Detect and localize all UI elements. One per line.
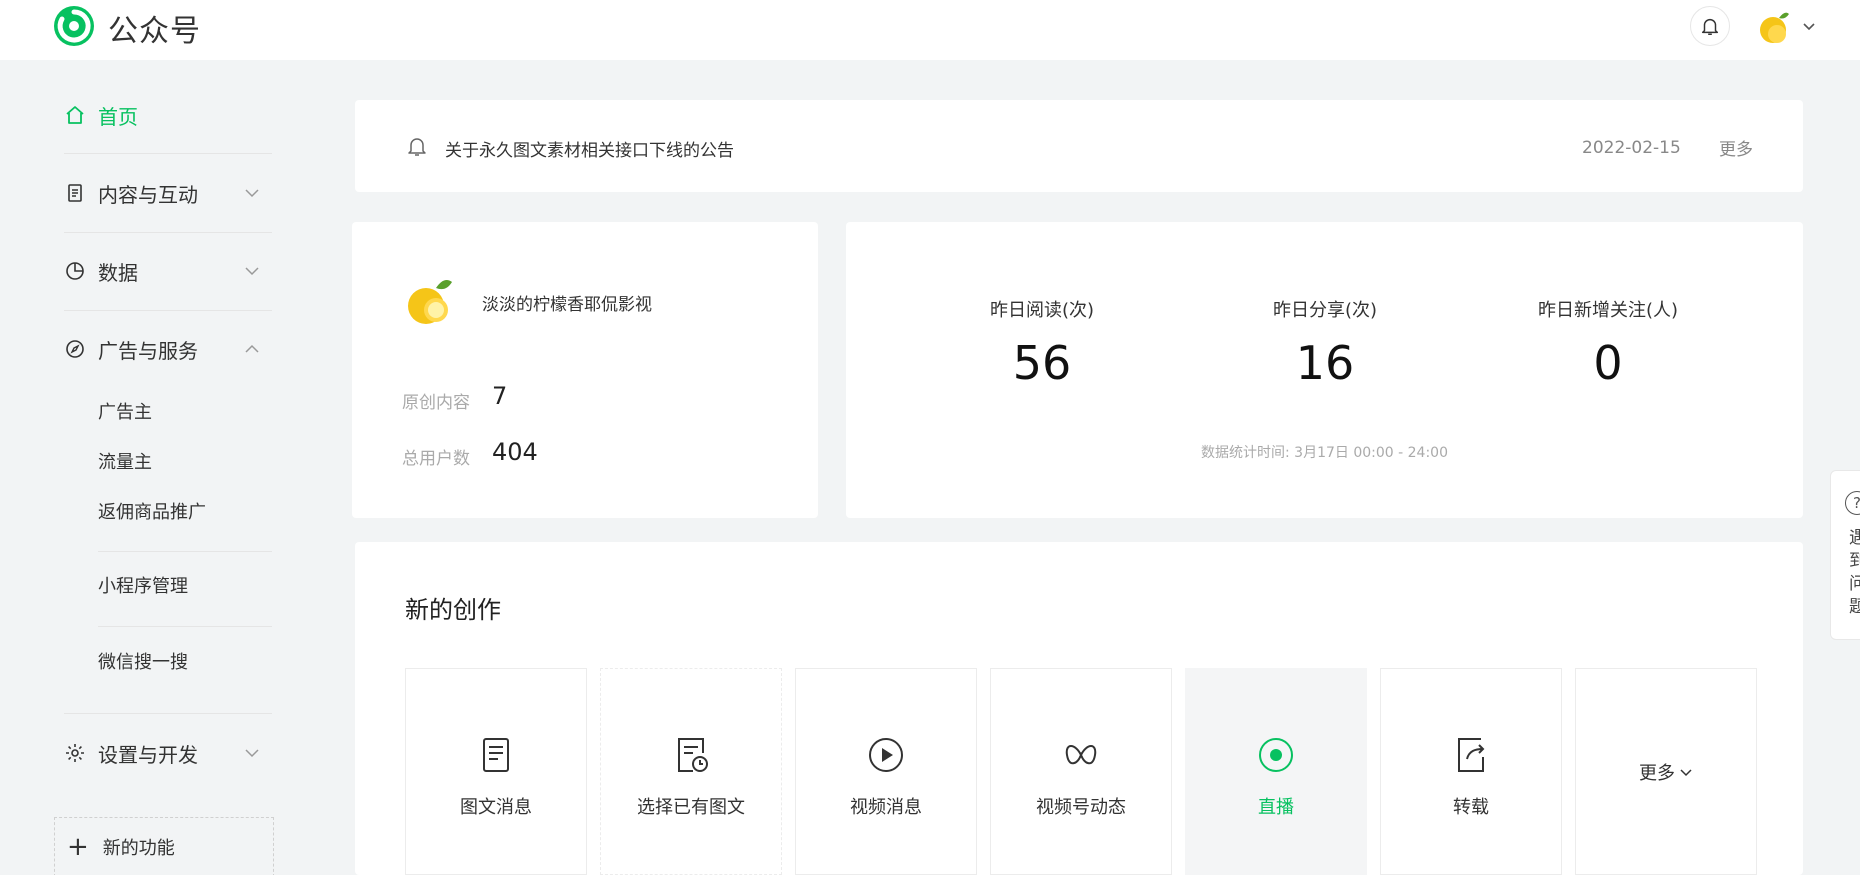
account-name: 淡淡的柠檬香耶侃影视 (482, 295, 652, 315)
sidebar-divider (64, 310, 272, 311)
compass-icon (66, 340, 84, 358)
home-icon (66, 106, 84, 124)
notice-card: 关于永久图文素材相关接口下线的公告 2022-02-15 更多 (355, 100, 1803, 192)
sidebar-divider (64, 713, 272, 714)
sidebar-divider (64, 232, 272, 233)
live-icon (1259, 738, 1293, 772)
tile-label: 视频号动态 (1036, 797, 1126, 818)
sidebar-item-label: 设置与开发 (98, 742, 198, 767)
butterfly-icon (1065, 745, 1097, 765)
brand-title: 公众号 (108, 14, 201, 49)
pie-chart-icon (66, 262, 84, 280)
sidebar-subitem-search[interactable]: 微信搜一搜 (98, 648, 188, 678)
sidebar-subitem-miniprogram[interactable]: 小程序管理 (98, 572, 188, 602)
stat-shares: 昨日分享(次) 16 (1215, 222, 1435, 390)
tile-live[interactable]: 直播 (1185, 668, 1367, 875)
account-card: 淡淡的柠檬香耶侃影视 原创内容 7 总用户数 404 (352, 222, 818, 518)
sidebar-subitem-commission[interactable]: 返佣商品推广 (98, 498, 206, 528)
sidebar-item-settings[interactable]: 设置与开发 (64, 733, 198, 773)
create-card: 新的创作 图文消息 选择已有图文 视频消息 视频号动态 直播 转载 更多 (355, 542, 1803, 875)
sidebar-item-label: 广告与服务 (98, 338, 198, 363)
lemon-avatar[interactable] (1755, 6, 1795, 46)
chevron-down-icon[interactable] (243, 184, 261, 202)
chevron-down-icon (1680, 768, 1692, 776)
sidebar-item-label: 内容与互动 (98, 182, 198, 207)
new-feature-button[interactable]: + 新的功能 (54, 817, 274, 875)
total-users-value: 404 (492, 438, 538, 466)
new-feature-label: 新的功能 (102, 838, 175, 859)
help-float-button[interactable]: ? 遇到问题 (1830, 470, 1860, 640)
tile-label: 转载 (1453, 797, 1489, 818)
sidebar: 首页 内容与互动 数据 广告与服务 广告主 流量主 返佣商品推广 小程序管理 微… (0, 60, 300, 875)
play-circle-icon (869, 738, 903, 772)
tile-label: 选择已有图文 (637, 797, 745, 818)
wechat-logo[interactable] (52, 4, 96, 48)
chevron-up-icon[interactable] (243, 340, 261, 358)
sidebar-divider (98, 551, 272, 552)
original-content-value: 7 (492, 382, 508, 410)
notice-date: 2022-02-15 (1582, 138, 1681, 158)
gear-icon (66, 744, 84, 762)
notice-title-link[interactable]: 关于永久图文素材相关接口下线的公告 (445, 136, 734, 161)
stats-card: 昨日阅读(次) 56 昨日分享(次) 16 昨日新增关注(人) 0 数据统计时间… (846, 222, 1803, 518)
sidebar-subitem-traffic[interactable]: 流量主 (98, 448, 152, 478)
stat-label: 昨日分享(次) (1272, 300, 1378, 321)
share-doc-icon (1458, 738, 1485, 772)
tile-more[interactable]: 更多 (1575, 668, 1757, 875)
sidebar-item-home[interactable]: 首页 (64, 95, 138, 135)
tile-label: 图文消息 (460, 797, 532, 818)
plus-icon: + (67, 832, 89, 862)
stat-label: 昨日新增关注(人) (1537, 300, 1679, 321)
stat-value: 56 (1012, 336, 1072, 390)
tile-article[interactable]: 图文消息 (405, 668, 587, 875)
original-content-label: 原创内容 (402, 393, 470, 413)
chevron-down-icon[interactable] (243, 744, 261, 762)
sidebar-item-data[interactable]: 数据 (64, 251, 138, 291)
stat-label: 昨日阅读(次) (989, 300, 1095, 321)
article-icon (483, 738, 509, 772)
sidebar-item-label: 首页 (98, 104, 138, 129)
sidebar-item-label: 数据 (98, 260, 138, 285)
sidebar-divider (98, 626, 272, 627)
tile-label: 视频消息 (850, 797, 922, 818)
sidebar-divider (64, 153, 272, 154)
notification-button[interactable] (1690, 6, 1730, 46)
tile-video[interactable]: 视频消息 (795, 668, 977, 875)
top-bar: 公众号 (0, 0, 1860, 60)
help-text: 遇到问题 (1849, 528, 1860, 617)
notice-more-link[interactable]: 更多 (1719, 135, 1753, 160)
tile-channels[interactable]: 视频号动态 (990, 668, 1172, 875)
create-title: 新的创作 (405, 596, 501, 624)
tile-existing-article[interactable]: 选择已有图文 (600, 668, 782, 875)
question-icon: ? (1845, 491, 1860, 515)
stat-reads: 昨日阅读(次) 56 (932, 222, 1152, 390)
bell-icon (1701, 18, 1719, 35)
sidebar-item-ads[interactable]: 广告与服务 (64, 329, 198, 369)
article-clock-icon (678, 738, 708, 772)
tile-more-label: 更多 (1639, 762, 1675, 784)
sidebar-item-content[interactable]: 内容与互动 (64, 173, 198, 213)
chevron-down-icon[interactable] (1802, 19, 1816, 33)
stats-time: 数据统计时间: 3月17日 00:00 - 24:00 (1201, 445, 1448, 461)
tile-repost[interactable]: 转载 (1380, 668, 1562, 875)
document-icon (68, 184, 82, 202)
bell-icon (408, 138, 426, 156)
sidebar-subitem-advertiser[interactable]: 广告主 (98, 398, 152, 428)
stat-value: 16 (1295, 336, 1355, 390)
tile-label: 直播 (1258, 797, 1294, 818)
chevron-down-icon[interactable] (243, 262, 261, 280)
stat-follows: 昨日新增关注(人) 0 (1498, 222, 1718, 390)
lemon-avatar[interactable] (402, 272, 458, 328)
total-users-label: 总用户数 (402, 449, 470, 469)
stat-value: 0 (1593, 336, 1623, 390)
